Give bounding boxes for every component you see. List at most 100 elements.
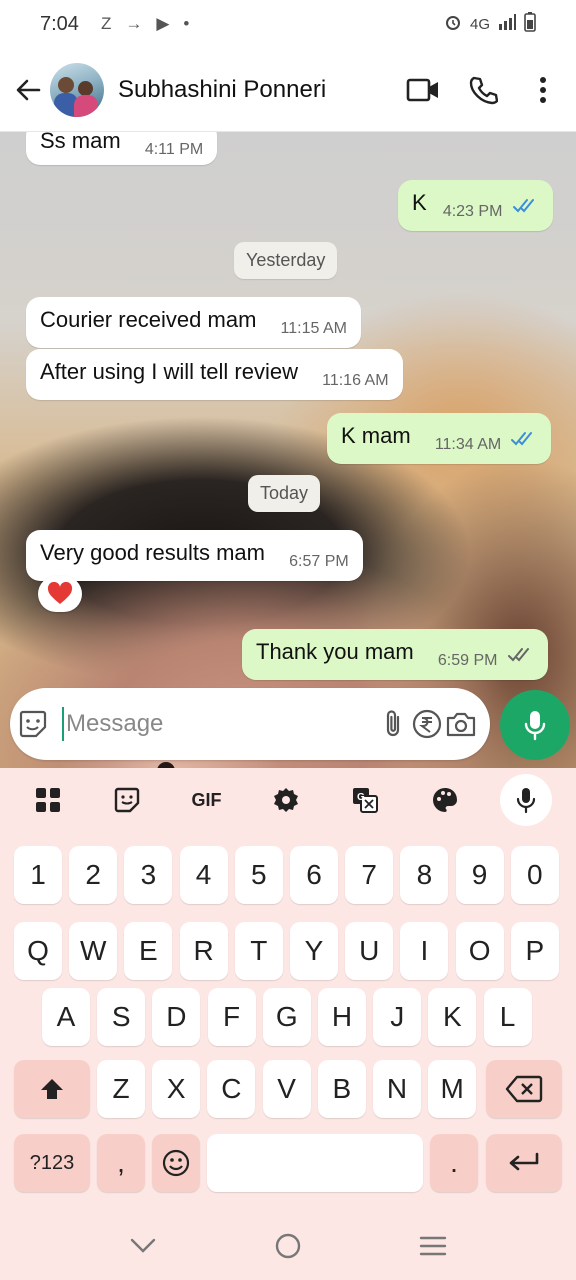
payment-button[interactable]	[410, 699, 444, 749]
key-a[interactable]: A	[42, 988, 90, 1046]
key-b[interactable]: B	[317, 1060, 366, 1118]
gif-button[interactable]: GIF	[183, 776, 231, 824]
grid-icon	[35, 788, 60, 812]
key-o[interactable]: O	[455, 922, 504, 980]
video-camera-icon	[406, 78, 438, 101]
backspace-icon	[505, 1075, 543, 1103]
key-8[interactable]: 8	[400, 846, 449, 904]
voice-typing-button[interactable]	[500, 774, 553, 826]
key-i[interactable]: I	[400, 922, 449, 980]
key-p[interactable]: P	[510, 922, 559, 980]
message-text: After using I will tell review	[40, 359, 298, 384]
zoom-icon: Z	[100, 14, 112, 33]
key-v[interactable]: V	[262, 1060, 311, 1118]
period-key[interactable]: .	[430, 1134, 478, 1192]
key-u[interactable]: U	[345, 922, 394, 980]
key-j[interactable]: J	[373, 988, 422, 1046]
message-in[interactable]: After using I will tell review 11:16 AM	[26, 349, 403, 400]
comma-key[interactable]: ,	[97, 1134, 145, 1192]
nav-back-button[interactable]	[113, 1221, 173, 1271]
message-time: 11:34 AM	[434, 436, 502, 453]
key-x[interactable]: X	[152, 1060, 201, 1118]
shift-key[interactable]	[14, 1060, 90, 1118]
status-time: 7:04	[40, 12, 79, 35]
key-f[interactable]: F	[207, 988, 256, 1046]
key-e[interactable]: E	[124, 922, 173, 980]
date-divider: Today	[248, 475, 321, 512]
nav-recents-button[interactable]	[403, 1221, 463, 1271]
message-in[interactable]: Courier received mam 11:15 AM	[26, 297, 361, 348]
key-4[interactable]: 4	[179, 846, 228, 904]
nav-home-button[interactable]	[258, 1221, 318, 1271]
message-text: Courier received mam	[40, 307, 257, 332]
symbols-key[interactable]: ?123	[14, 1134, 90, 1192]
theme-button[interactable]	[421, 776, 469, 824]
key-1[interactable]: 1	[14, 846, 62, 904]
message-text: K mam	[341, 423, 411, 448]
key-z[interactable]: Z	[97, 1060, 145, 1118]
message-time: 11:15 AM	[280, 320, 347, 337]
attach-button[interactable]	[376, 699, 410, 749]
key-k[interactable]: K	[428, 988, 477, 1046]
message-text: K	[412, 190, 427, 215]
key-0[interactable]: 0	[510, 846, 559, 904]
backspace-key[interactable]	[486, 1060, 562, 1118]
key-2[interactable]: 2	[69, 846, 118, 904]
gear-icon	[273, 788, 298, 812]
key-y[interactable]: Y	[290, 922, 338, 980]
palette-icon	[432, 788, 457, 812]
message-text: Thank you mam	[256, 639, 414, 664]
date-divider: Yesterday	[234, 242, 338, 279]
key-s[interactable]: S	[97, 988, 146, 1046]
key-7[interactable]: 7	[345, 846, 394, 904]
key-c[interactable]: C	[207, 1060, 256, 1118]
sticker-button[interactable]	[103, 776, 151, 824]
chat-area[interactable]: Ss mam 4:11 PM K 4:23 PM Yesterday Couri…	[0, 132, 576, 768]
key-d[interactable]: D	[152, 988, 201, 1046]
phone-icon	[469, 76, 498, 104]
camera-icon	[446, 712, 476, 737]
message-out[interactable]: K 4:23 PM	[398, 180, 553, 231]
chat-header: Subhashini Ponneri	[0, 48, 576, 132]
translate-button[interactable]: G	[341, 776, 389, 824]
chevron-down-icon	[130, 1238, 155, 1253]
key-g[interactable]: G	[262, 988, 311, 1046]
key-n[interactable]: N	[373, 1060, 421, 1118]
key-m[interactable]: M	[428, 1060, 477, 1118]
key-6[interactable]: 6	[290, 846, 338, 904]
key-r[interactable]: R	[179, 922, 228, 980]
key-l[interactable]: L	[483, 988, 532, 1046]
key-w[interactable]: W	[69, 922, 118, 980]
key-h[interactable]: H	[318, 988, 366, 1046]
youtube-icon: ▶	[156, 14, 170, 33]
enter-key[interactable]	[486, 1134, 562, 1192]
key-3[interactable]: 3	[124, 846, 173, 904]
voice-record-button[interactable]	[500, 690, 570, 760]
heart-icon	[47, 582, 73, 604]
key-q[interactable]: Q	[14, 922, 62, 980]
key-5[interactable]: 5	[234, 846, 283, 904]
video-call-button[interactable]	[396, 63, 450, 117]
message-in[interactable]: Very good results mam 6:57 PM	[26, 530, 363, 581]
more-options-button[interactable]	[516, 63, 570, 117]
reaction-badge[interactable]	[38, 576, 82, 612]
shift-arrow-icon	[41, 1079, 63, 1099]
sticker-icon	[114, 787, 140, 813]
apps-button[interactable]	[24, 776, 72, 824]
key-t[interactable]: T	[234, 922, 283, 980]
emoji-key[interactable]	[152, 1134, 200, 1192]
message-out[interactable]: Thank you mam 6:59 PM	[242, 629, 548, 680]
key-9[interactable]: 9	[455, 846, 504, 904]
camera-button[interactable]	[444, 699, 478, 749]
space-key[interactable]	[207, 1134, 423, 1192]
message-in[interactable]: Ss mam 4:11 PM	[26, 132, 218, 165]
avatar[interactable]	[50, 62, 104, 117]
message-out[interactable]: K mam 11:34 AM	[327, 413, 552, 464]
contact-name[interactable]: Subhashini Ponneri	[118, 76, 396, 104]
settings-button[interactable]	[262, 776, 310, 824]
voice-call-button[interactable]	[456, 63, 510, 117]
emoji-button[interactable]	[16, 699, 50, 749]
read-ticks-icon	[512, 194, 539, 220]
back-button[interactable]	[10, 72, 46, 108]
message-input[interactable]	[62, 707, 376, 741]
